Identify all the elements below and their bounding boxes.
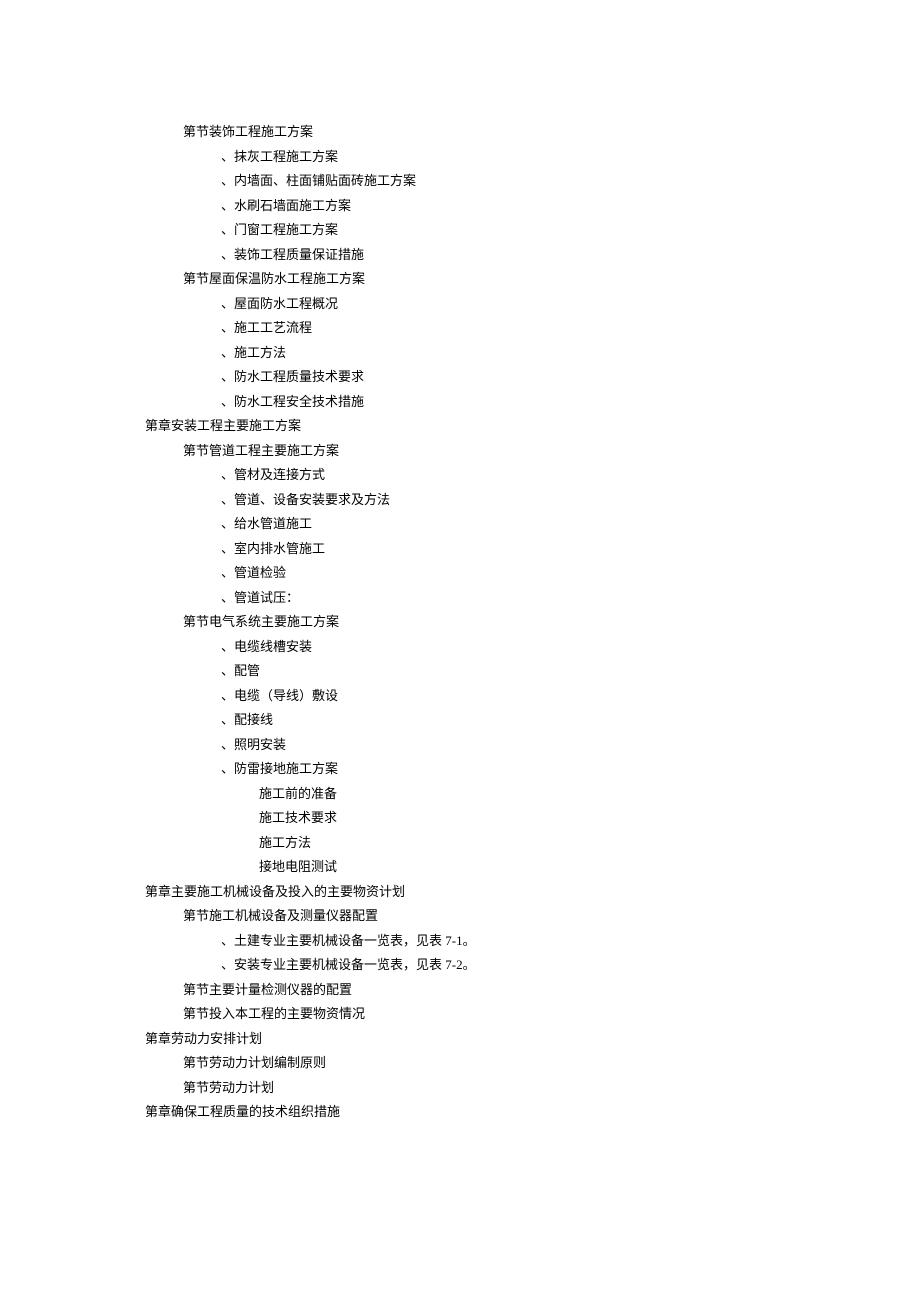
toc-entry: 、装饰工程质量保证措施 bbox=[145, 243, 775, 268]
toc-entry: 、管材及连接方式 bbox=[145, 463, 775, 488]
toc-entry: 施工前的准备 bbox=[145, 782, 775, 807]
toc-entry: 、土建专业主要机械设备一览表，见表 7-1。 bbox=[145, 929, 775, 954]
toc-entry: 第节投入本工程的主要物资情况 bbox=[145, 1002, 775, 1027]
toc-entry: 、室内排水管施工 bbox=[145, 537, 775, 562]
toc-entry: 第章安装工程主要施工方案 bbox=[145, 414, 775, 439]
toc-entry: 接地电阻测试 bbox=[145, 855, 775, 880]
toc-entry: 、管道检验 bbox=[145, 561, 775, 586]
document-page: 第节装饰工程施工方案、抹灰工程施工方案、内墙面、柱面铺贴面砖施工方案、水刷石墙面… bbox=[0, 0, 920, 1185]
toc-entry: 第节施工机械设备及测量仪器配置 bbox=[145, 904, 775, 929]
toc-entry: 、防水工程质量技术要求 bbox=[145, 365, 775, 390]
toc-entry: 、内墙面、柱面铺贴面砖施工方案 bbox=[145, 169, 775, 194]
toc-entry: 、施工方法 bbox=[145, 341, 775, 366]
toc-entry: 第章确保工程质量的技术组织措施 bbox=[145, 1100, 775, 1125]
toc-entry: 施工技术要求 bbox=[145, 806, 775, 831]
toc-entry: 、抹灰工程施工方案 bbox=[145, 145, 775, 170]
toc-entry: 第节劳动力计划 bbox=[145, 1076, 775, 1101]
toc-entry: 、安装专业主要机械设备一览表，见表 7-2。 bbox=[145, 953, 775, 978]
toc-entry: 、门窗工程施工方案 bbox=[145, 218, 775, 243]
toc-entry: 、电缆（导线）敷设 bbox=[145, 684, 775, 709]
toc-entry: 、施工工艺流程 bbox=[145, 316, 775, 341]
toc-entry: 、防雷接地施工方案 bbox=[145, 757, 775, 782]
toc-entry: 、管道试压： bbox=[145, 586, 775, 611]
toc-entry: 、管道、设备安装要求及方法 bbox=[145, 488, 775, 513]
toc-entry: 、照明安装 bbox=[145, 733, 775, 758]
toc-entry: 、电缆线槽安装 bbox=[145, 635, 775, 660]
toc-entry: 第节电气系统主要施工方案 bbox=[145, 610, 775, 635]
toc-entry: 第节装饰工程施工方案 bbox=[145, 120, 775, 145]
toc-entry: 、配管 bbox=[145, 659, 775, 684]
toc-entry: 、配接线 bbox=[145, 708, 775, 733]
toc-entry: 、屋面防水工程概况 bbox=[145, 292, 775, 317]
toc-entry: 第章主要施工机械设备及投入的主要物资计划 bbox=[145, 880, 775, 905]
toc-entry: 、水刷石墙面施工方案 bbox=[145, 194, 775, 219]
toc-entry: 、给水管道施工 bbox=[145, 512, 775, 537]
toc-entry: 第节劳动力计划编制原则 bbox=[145, 1051, 775, 1076]
toc-entry: 第节管道工程主要施工方案 bbox=[145, 439, 775, 464]
toc-entry: 第节屋面保温防水工程施工方案 bbox=[145, 267, 775, 292]
toc-entry: 第章劳动力安排计划 bbox=[145, 1027, 775, 1052]
toc-entry: 第节主要计量检测仪器的配置 bbox=[145, 978, 775, 1003]
toc-entry: 、防水工程安全技术措施 bbox=[145, 390, 775, 415]
toc-entry: 施工方法 bbox=[145, 831, 775, 856]
